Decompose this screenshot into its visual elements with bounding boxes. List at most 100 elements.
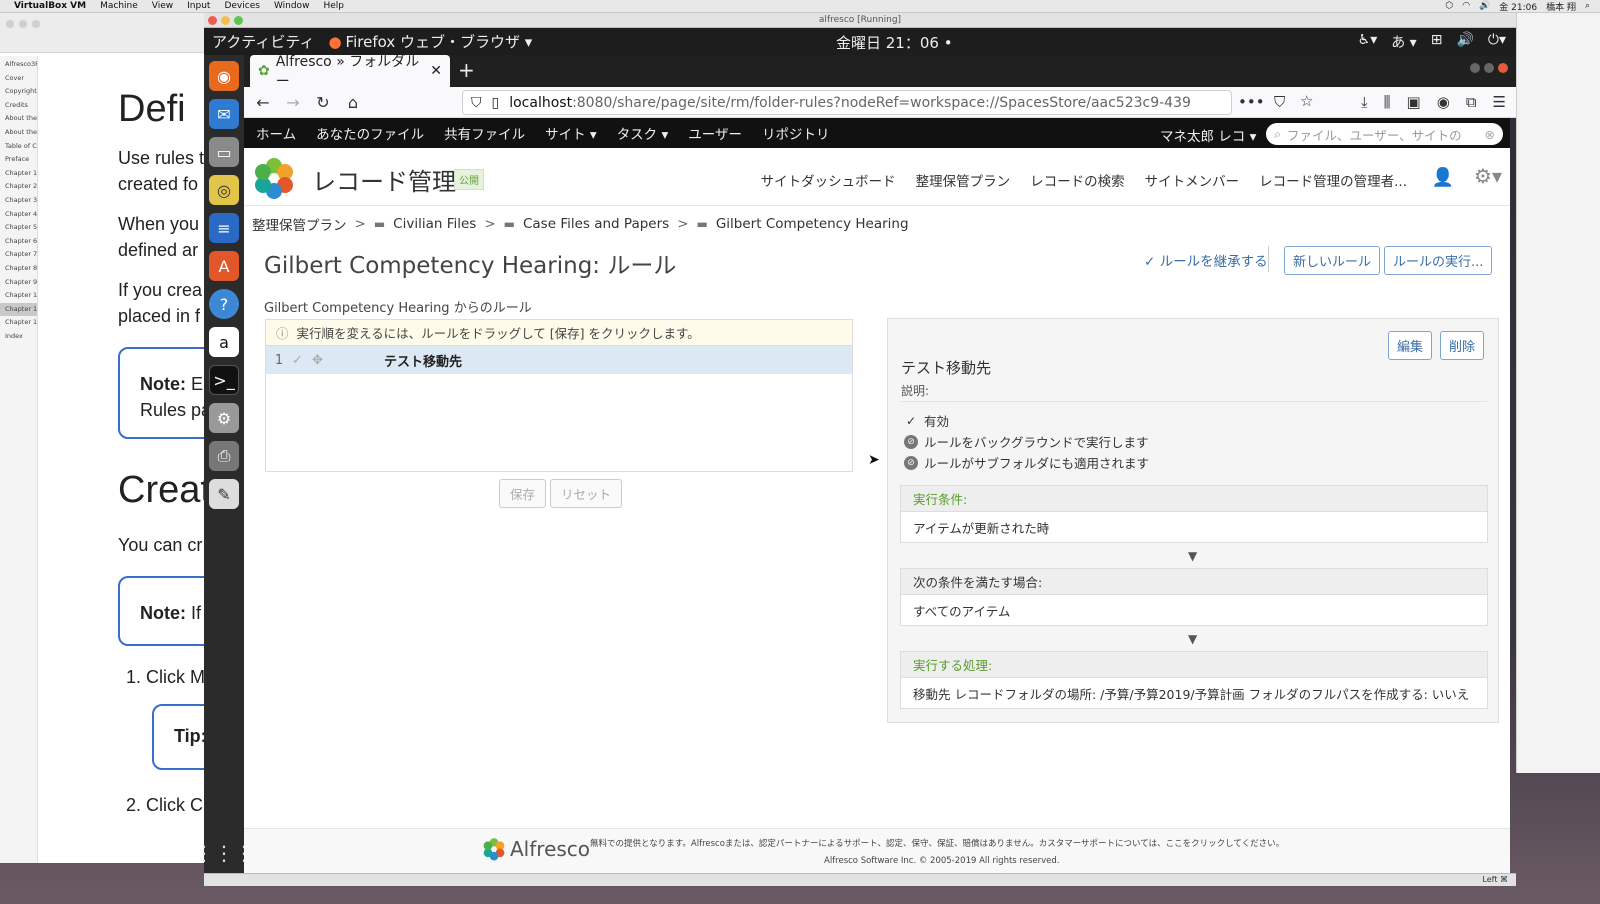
- toc-item[interactable]: Chapter 7: [0, 248, 37, 262]
- menu-view[interactable]: View: [152, 1, 173, 11]
- maximize-icon[interactable]: [1484, 63, 1494, 73]
- sidebar-icon[interactable]: ▣: [1407, 93, 1421, 111]
- accessibility-icon[interactable]: ♿▾: [1358, 32, 1378, 52]
- breadcrumb-file-plan[interactable]: 整理保管プラン: [252, 214, 347, 234]
- pocket-icon[interactable]: ⛉: [1274, 93, 1285, 111]
- menu-help[interactable]: Help: [323, 1, 344, 11]
- software-center-icon[interactable]: A: [209, 251, 239, 281]
- menu-app-name[interactable]: VirtualBox VM: [14, 1, 86, 11]
- menu-devices[interactable]: Devices: [224, 1, 259, 11]
- account-icon[interactable]: ◉: [1437, 93, 1450, 111]
- toc-item[interactable]: Chapter 9: [0, 276, 37, 290]
- toc-item[interactable]: Chapter 2: [0, 180, 37, 194]
- menu-window[interactable]: Window: [274, 1, 310, 11]
- toc-item[interactable]: Chapter 6: [0, 235, 37, 249]
- library-icon[interactable]: ⫼: [1384, 93, 1391, 111]
- terminal-icon[interactable]: >_: [209, 365, 239, 395]
- power-icon[interactable]: ⏻▾: [1488, 32, 1506, 52]
- close-window-icon[interactable]: [1498, 63, 1508, 73]
- footer-logo[interactable]: Alfresco: [482, 837, 590, 861]
- nav-people[interactable]: ユーザー: [688, 123, 742, 143]
- nav-shared-files[interactable]: 共有ファイル: [444, 123, 525, 143]
- edit-button[interactable]: 編集: [1388, 331, 1433, 360]
- toc-item[interactable]: Chapter 8: [0, 262, 37, 276]
- firefox-icon[interactable]: ◉: [209, 61, 239, 91]
- page-actions-icon[interactable]: •••: [1238, 93, 1265, 111]
- toc-item-selected[interactable]: Chapter 1: [0, 302, 37, 317]
- text-editor-icon[interactable]: ✎: [209, 479, 239, 509]
- ime-indicator[interactable]: あ ▾: [1391, 32, 1416, 52]
- gear-icon[interactable]: ⚙▾: [1474, 164, 1502, 188]
- nav-tasks[interactable]: タスク ▾: [617, 123, 669, 143]
- app-menu[interactable]: ● Firefox ウェブ・ブラウザ ▾: [328, 31, 532, 52]
- toc-item[interactable]: Chapter 3: [0, 194, 37, 208]
- toc-item[interactable]: About the: [0, 112, 37, 126]
- back-button[interactable]: ←: [248, 93, 278, 112]
- gnome-clock[interactable]: 金曜日 21：06 •: [836, 32, 953, 53]
- footer-notice[interactable]: 無料での提供となります。Alfrescoまたは、認定パートナーによるサポート、認…: [590, 837, 1284, 849]
- toc-item[interactable]: Table of C: [0, 140, 37, 154]
- spotlight-icon[interactable]: ⌕: [1585, 1, 1590, 11]
- close-tab-icon[interactable]: ✕: [430, 63, 442, 79]
- inherit-rules-toggle[interactable]: ✓ ルールを継承する: [1144, 250, 1268, 270]
- files-icon[interactable]: ▭: [209, 137, 239, 167]
- toc-item[interactable]: Chapter 1: [0, 289, 37, 303]
- volume-icon[interactable]: 🔊: [1456, 32, 1473, 52]
- site-dashboard-link[interactable]: サイトダッシュボード: [761, 170, 896, 190]
- close-dot[interactable]: [6, 20, 14, 28]
- mac-clock[interactable]: 金 21:06: [1499, 0, 1537, 13]
- min-dot[interactable]: [19, 20, 27, 28]
- reset-button[interactable]: リセット: [550, 479, 623, 508]
- shield-icon[interactable]: ⛉: [471, 95, 482, 111]
- rhythmbox-icon[interactable]: ◎: [209, 175, 239, 205]
- delete-button[interactable]: 削除: [1440, 331, 1485, 360]
- volume-icon[interactable]: 🔊: [1479, 1, 1490, 11]
- nav-my-files[interactable]: あなたのファイル: [316, 123, 424, 143]
- rm-admin-link[interactable]: レコード管理の管理者...: [1259, 170, 1407, 190]
- downloads-icon[interactable]: ⤓: [1361, 93, 1368, 111]
- menu-icon[interactable]: ☰: [1493, 93, 1506, 111]
- menu-machine[interactable]: Machine: [100, 1, 138, 11]
- zoom-dot[interactable]: [32, 20, 40, 28]
- new-rule-button[interactable]: 新しいルール: [1284, 246, 1381, 275]
- home-button[interactable]: ⌂: [338, 93, 368, 112]
- rule-row[interactable]: 1 ✓ ✥ テスト移動先: [266, 346, 852, 374]
- toc-item[interactable]: Copyright: [0, 85, 37, 99]
- breadcrumb-civilian-files[interactable]: Civilian Files: [393, 216, 476, 232]
- active-tab[interactable]: ✿ Alfresco » フォルダルー ✕: [250, 54, 450, 90]
- toc-item[interactable]: Cover: [0, 72, 37, 86]
- activities-button[interactable]: アクティビティ: [212, 31, 314, 52]
- file-plan-link[interactable]: 整理保管プラン: [916, 170, 1011, 190]
- writer-icon[interactable]: ≡: [209, 213, 239, 243]
- breadcrumb-case-files[interactable]: Case Files and Papers: [523, 216, 669, 232]
- toc-item[interactable]: Index: [0, 330, 37, 344]
- toc-item[interactable]: Preface: [0, 153, 37, 167]
- printer-icon[interactable]: ⎙: [209, 441, 239, 471]
- drag-handle-icon[interactable]: ✥: [312, 353, 384, 368]
- network-icon[interactable]: ⊞: [1431, 32, 1443, 52]
- forward-button[interactable]: →: [278, 93, 308, 112]
- toc-item[interactable]: About the: [0, 126, 37, 140]
- nav-home[interactable]: ホーム: [256, 123, 296, 143]
- menu-input[interactable]: Input: [187, 1, 210, 11]
- minimize-icon[interactable]: [1470, 63, 1480, 73]
- amazon-icon[interactable]: a: [209, 327, 239, 357]
- wifi-icon[interactable]: ◠: [1462, 1, 1470, 11]
- bookmark-star-icon[interactable]: ☆: [1300, 92, 1313, 110]
- help-icon[interactable]: ?: [209, 289, 239, 319]
- save-button[interactable]: 保存: [499, 479, 547, 508]
- user-menu[interactable]: マネ太郎 レコ ▾: [1160, 125, 1256, 145]
- vm-min-dot[interactable]: [221, 16, 230, 25]
- toc-item[interactable]: Credits: [0, 99, 37, 113]
- clear-search-icon[interactable]: ⊗: [1485, 127, 1495, 142]
- breadcrumb-current-folder[interactable]: Gilbert Competency Hearing: [716, 216, 909, 232]
- vm-close-dot[interactable]: [208, 16, 217, 25]
- toc-item[interactable]: Chapter 1: [0, 316, 37, 330]
- run-rules-button[interactable]: ルールの実行...: [1384, 246, 1493, 275]
- nav-sites[interactable]: サイト ▾: [545, 123, 597, 143]
- toc-item[interactable]: Chapter 4: [0, 208, 37, 222]
- new-tab-button[interactable]: +: [458, 58, 475, 82]
- url-bar[interactable]: ⛉ ▯ localhost:8080/share/page/site/rm/fo…: [462, 90, 1232, 115]
- dropbox-icon[interactable]: ⬡: [1445, 1, 1453, 11]
- toc-item[interactable]: Alfresco3R: [0, 58, 37, 72]
